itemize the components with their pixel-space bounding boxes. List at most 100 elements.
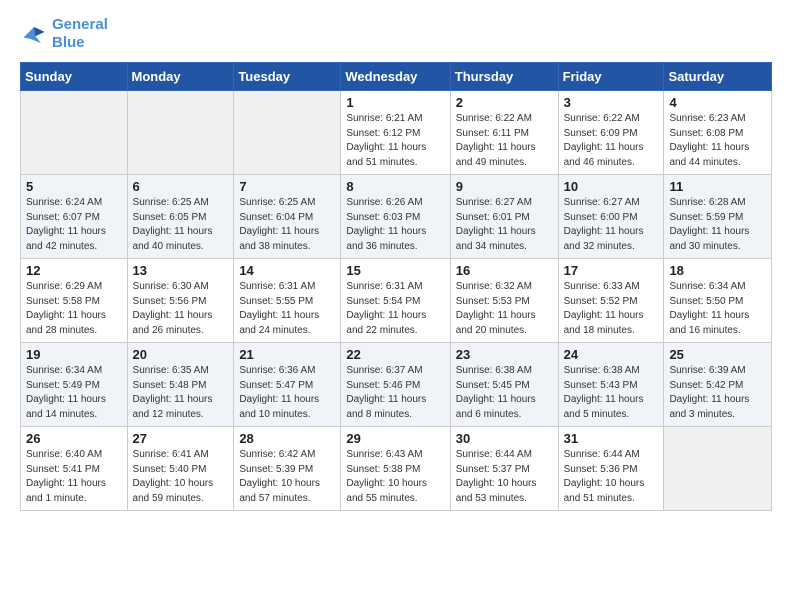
day-info: Sunrise: 6:25 AM Sunset: 6:04 PM Dayligh… xyxy=(239,196,335,254)
calendar-cell: 7 Sunrise: 6:25 AM Sunset: 6:04 PM Daylig… xyxy=(234,175,341,259)
day-info: Sunrise: 6:27 AM Sunset: 6:00 PM Dayligh… xyxy=(564,196,659,254)
calendar-cell: 1 Sunrise: 6:21 AM Sunset: 6:12 PM Daylig… xyxy=(341,91,450,175)
day-number: 4 xyxy=(669,95,766,110)
day-info: Sunrise: 6:43 AM Sunset: 5:38 PM Dayligh… xyxy=(346,448,444,506)
day-info: Sunrise: 6:24 AM Sunset: 6:07 PM Dayligh… xyxy=(26,196,122,254)
day-number: 2 xyxy=(456,95,553,110)
weekday-header-row: SundayMondayTuesdayWednesdayThursdayFrid… xyxy=(21,63,772,91)
day-info: Sunrise: 6:44 AM Sunset: 5:36 PM Dayligh… xyxy=(564,448,659,506)
calendar-cell: 25 Sunrise: 6:39 AM Sunset: 5:42 PM Dayli… xyxy=(664,343,772,427)
week-row-1: 5 Sunrise: 6:24 AM Sunset: 6:07 PM Daylig… xyxy=(21,175,772,259)
calendar-cell: 12 Sunrise: 6:29 AM Sunset: 5:58 PM Dayli… xyxy=(21,259,128,343)
week-row-3: 19 Sunrise: 6:34 AM Sunset: 5:49 PM Dayli… xyxy=(21,343,772,427)
day-info: Sunrise: 6:31 AM Sunset: 5:55 PM Dayligh… xyxy=(239,280,335,338)
day-number: 21 xyxy=(239,347,335,362)
calendar-table: SundayMondayTuesdayWednesdayThursdayFrid… xyxy=(20,62,772,511)
calendar-cell: 13Sunrise: 6:30 AM Sunset: 5:56 PM Dayli… xyxy=(127,259,234,343)
day-number: 11 xyxy=(669,179,766,194)
day-number: 3 xyxy=(564,95,659,110)
day-info: Sunrise: 6:23 AM Sunset: 6:08 PM Dayligh… xyxy=(669,112,766,170)
day-info: Sunrise: 6:39 AM Sunset: 5:42 PM Dayligh… xyxy=(669,364,766,422)
calendar-cell xyxy=(234,91,341,175)
day-number: 8 xyxy=(346,179,444,194)
weekday-header-wednesday: Wednesday xyxy=(341,63,450,91)
day-number: 27 xyxy=(133,431,229,446)
day-info: Sunrise: 6:25 AM Sunset: 6:05 PM Dayligh… xyxy=(133,196,229,254)
day-number: 28 xyxy=(239,431,335,446)
day-number: 12 xyxy=(26,263,122,278)
weekday-header-friday: Friday xyxy=(558,63,664,91)
day-info: Sunrise: 6:27 AM Sunset: 6:01 PM Dayligh… xyxy=(456,196,553,254)
day-number: 16 xyxy=(456,263,553,278)
day-info: Sunrise: 6:26 AM Sunset: 6:03 PM Dayligh… xyxy=(346,196,444,254)
calendar-cell: 20Sunrise: 6:35 AM Sunset: 5:48 PM Dayli… xyxy=(127,343,234,427)
calendar-cell: 16 Sunrise: 6:32 AM Sunset: 5:53 PM Dayli… xyxy=(450,259,558,343)
week-row-4: 26Sunrise: 6:40 AM Sunset: 5:41 PM Dayli… xyxy=(21,427,772,511)
calendar-cell: 10 Sunrise: 6:27 AM Sunset: 6:00 PM Dayli… xyxy=(558,175,664,259)
day-info: Sunrise: 6:34 AM Sunset: 5:50 PM Dayligh… xyxy=(669,280,766,338)
calendar-cell: 11 Sunrise: 6:28 AM Sunset: 5:59 PM Dayli… xyxy=(664,175,772,259)
weekday-header-tuesday: Tuesday xyxy=(234,63,341,91)
day-number: 29 xyxy=(346,431,444,446)
calendar-cell: 6Sunrise: 6:25 AM Sunset: 6:05 PM Daylig… xyxy=(127,175,234,259)
calendar-cell xyxy=(664,427,772,511)
day-info: Sunrise: 6:35 AM Sunset: 5:48 PM Dayligh… xyxy=(133,364,229,422)
logo-text: GeneralBlue xyxy=(52,16,108,52)
calendar-cell: 4 Sunrise: 6:23 AM Sunset: 6:08 PM Daylig… xyxy=(664,91,772,175)
day-number: 31 xyxy=(564,431,659,446)
week-row-0: 1 Sunrise: 6:21 AM Sunset: 6:12 PM Daylig… xyxy=(21,91,772,175)
day-number: 26 xyxy=(26,431,122,446)
calendar-cell: 31 Sunrise: 6:44 AM Sunset: 5:36 PM Dayli… xyxy=(558,427,664,511)
week-row-2: 12 Sunrise: 6:29 AM Sunset: 5:58 PM Dayli… xyxy=(21,259,772,343)
calendar-cell: 26Sunrise: 6:40 AM Sunset: 5:41 PM Dayli… xyxy=(21,427,128,511)
weekday-header-sunday: Sunday xyxy=(21,63,128,91)
day-info: Sunrise: 6:28 AM Sunset: 5:59 PM Dayligh… xyxy=(669,196,766,254)
day-info: Sunrise: 6:22 AM Sunset: 6:09 PM Dayligh… xyxy=(564,112,659,170)
day-number: 18 xyxy=(669,263,766,278)
calendar-cell: 18 Sunrise: 6:34 AM Sunset: 5:50 PM Dayli… xyxy=(664,259,772,343)
day-info: Sunrise: 6:38 AM Sunset: 5:43 PM Dayligh… xyxy=(564,364,659,422)
calendar-cell: 22Sunrise: 6:37 AM Sunset: 5:46 PM Dayli… xyxy=(341,343,450,427)
calendar-cell: 5 Sunrise: 6:24 AM Sunset: 6:07 PM Daylig… xyxy=(21,175,128,259)
day-number: 15 xyxy=(346,263,444,278)
day-info: Sunrise: 6:33 AM Sunset: 5:52 PM Dayligh… xyxy=(564,280,659,338)
calendar-cell: 30Sunrise: 6:44 AM Sunset: 5:37 PM Dayli… xyxy=(450,427,558,511)
day-info: Sunrise: 6:41 AM Sunset: 5:40 PM Dayligh… xyxy=(133,448,229,506)
calendar-cell: 19 Sunrise: 6:34 AM Sunset: 5:49 PM Dayli… xyxy=(21,343,128,427)
day-number: 25 xyxy=(669,347,766,362)
day-info: Sunrise: 6:38 AM Sunset: 5:45 PM Dayligh… xyxy=(456,364,553,422)
calendar-cell: 3 Sunrise: 6:22 AM Sunset: 6:09 PM Daylig… xyxy=(558,91,664,175)
day-info: Sunrise: 6:22 AM Sunset: 6:11 PM Dayligh… xyxy=(456,112,553,170)
calendar-cell: 28Sunrise: 6:42 AM Sunset: 5:39 PM Dayli… xyxy=(234,427,341,511)
calendar-cell: 17Sunrise: 6:33 AM Sunset: 5:52 PM Dayli… xyxy=(558,259,664,343)
calendar-cell: 15Sunrise: 6:31 AM Sunset: 5:54 PM Dayli… xyxy=(341,259,450,343)
calendar-cell: 2 Sunrise: 6:22 AM Sunset: 6:11 PM Daylig… xyxy=(450,91,558,175)
day-number: 1 xyxy=(346,95,444,110)
day-number: 10 xyxy=(564,179,659,194)
calendar-cell: 24Sunrise: 6:38 AM Sunset: 5:43 PM Dayli… xyxy=(558,343,664,427)
page: GeneralBlue SundayMondayTuesdayWednesday… xyxy=(0,0,792,612)
calendar-cell: 14Sunrise: 6:31 AM Sunset: 5:55 PM Dayli… xyxy=(234,259,341,343)
day-number: 9 xyxy=(456,179,553,194)
day-number: 5 xyxy=(26,179,122,194)
day-number: 22 xyxy=(346,347,444,362)
calendar-cell xyxy=(21,91,128,175)
calendar-cell: 21 Sunrise: 6:36 AM Sunset: 5:47 PM Dayli… xyxy=(234,343,341,427)
calendar-cell: 23 Sunrise: 6:38 AM Sunset: 5:45 PM Dayli… xyxy=(450,343,558,427)
day-number: 19 xyxy=(26,347,122,362)
day-info: Sunrise: 6:21 AM Sunset: 6:12 PM Dayligh… xyxy=(346,112,444,170)
logo: GeneralBlue xyxy=(20,16,108,52)
day-info: Sunrise: 6:32 AM Sunset: 5:53 PM Dayligh… xyxy=(456,280,553,338)
day-info: Sunrise: 6:44 AM Sunset: 5:37 PM Dayligh… xyxy=(456,448,553,506)
day-number: 7 xyxy=(239,179,335,194)
day-info: Sunrise: 6:36 AM Sunset: 5:47 PM Dayligh… xyxy=(239,364,335,422)
calendar-cell: 8 Sunrise: 6:26 AM Sunset: 6:03 PM Daylig… xyxy=(341,175,450,259)
logo-icon xyxy=(20,23,48,45)
calendar-cell: 9 Sunrise: 6:27 AM Sunset: 6:01 PM Daylig… xyxy=(450,175,558,259)
day-info: Sunrise: 6:29 AM Sunset: 5:58 PM Dayligh… xyxy=(26,280,122,338)
calendar-cell: 29 Sunrise: 6:43 AM Sunset: 5:38 PM Dayli… xyxy=(341,427,450,511)
weekday-header-monday: Monday xyxy=(127,63,234,91)
weekday-header-thursday: Thursday xyxy=(450,63,558,91)
day-number: 23 xyxy=(456,347,553,362)
day-info: Sunrise: 6:34 AM Sunset: 5:49 PM Dayligh… xyxy=(26,364,122,422)
